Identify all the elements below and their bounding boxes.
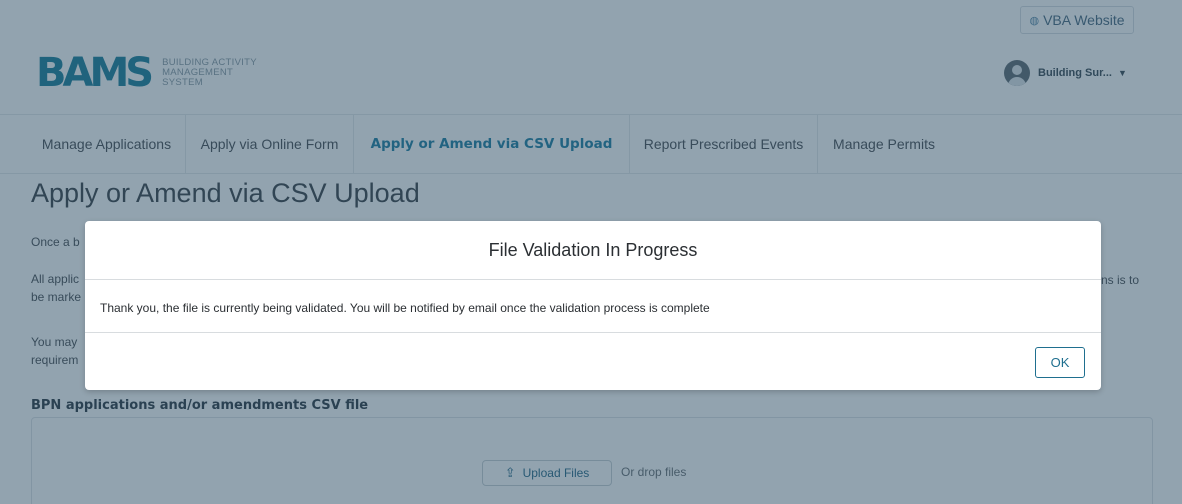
- modal-header: File Validation In Progress: [85, 221, 1101, 280]
- ok-button[interactable]: OK: [1035, 347, 1085, 378]
- page: ◍ VBA Website BAMS BUILDING ACTIVITY MAN…: [0, 0, 1182, 504]
- modal-message: Thank you, the file is currently being v…: [100, 301, 710, 315]
- validation-modal: File Validation In Progress Thank you, t…: [85, 221, 1101, 390]
- modal-footer: OK: [85, 332, 1101, 391]
- modal-title: File Validation In Progress: [488, 239, 698, 260]
